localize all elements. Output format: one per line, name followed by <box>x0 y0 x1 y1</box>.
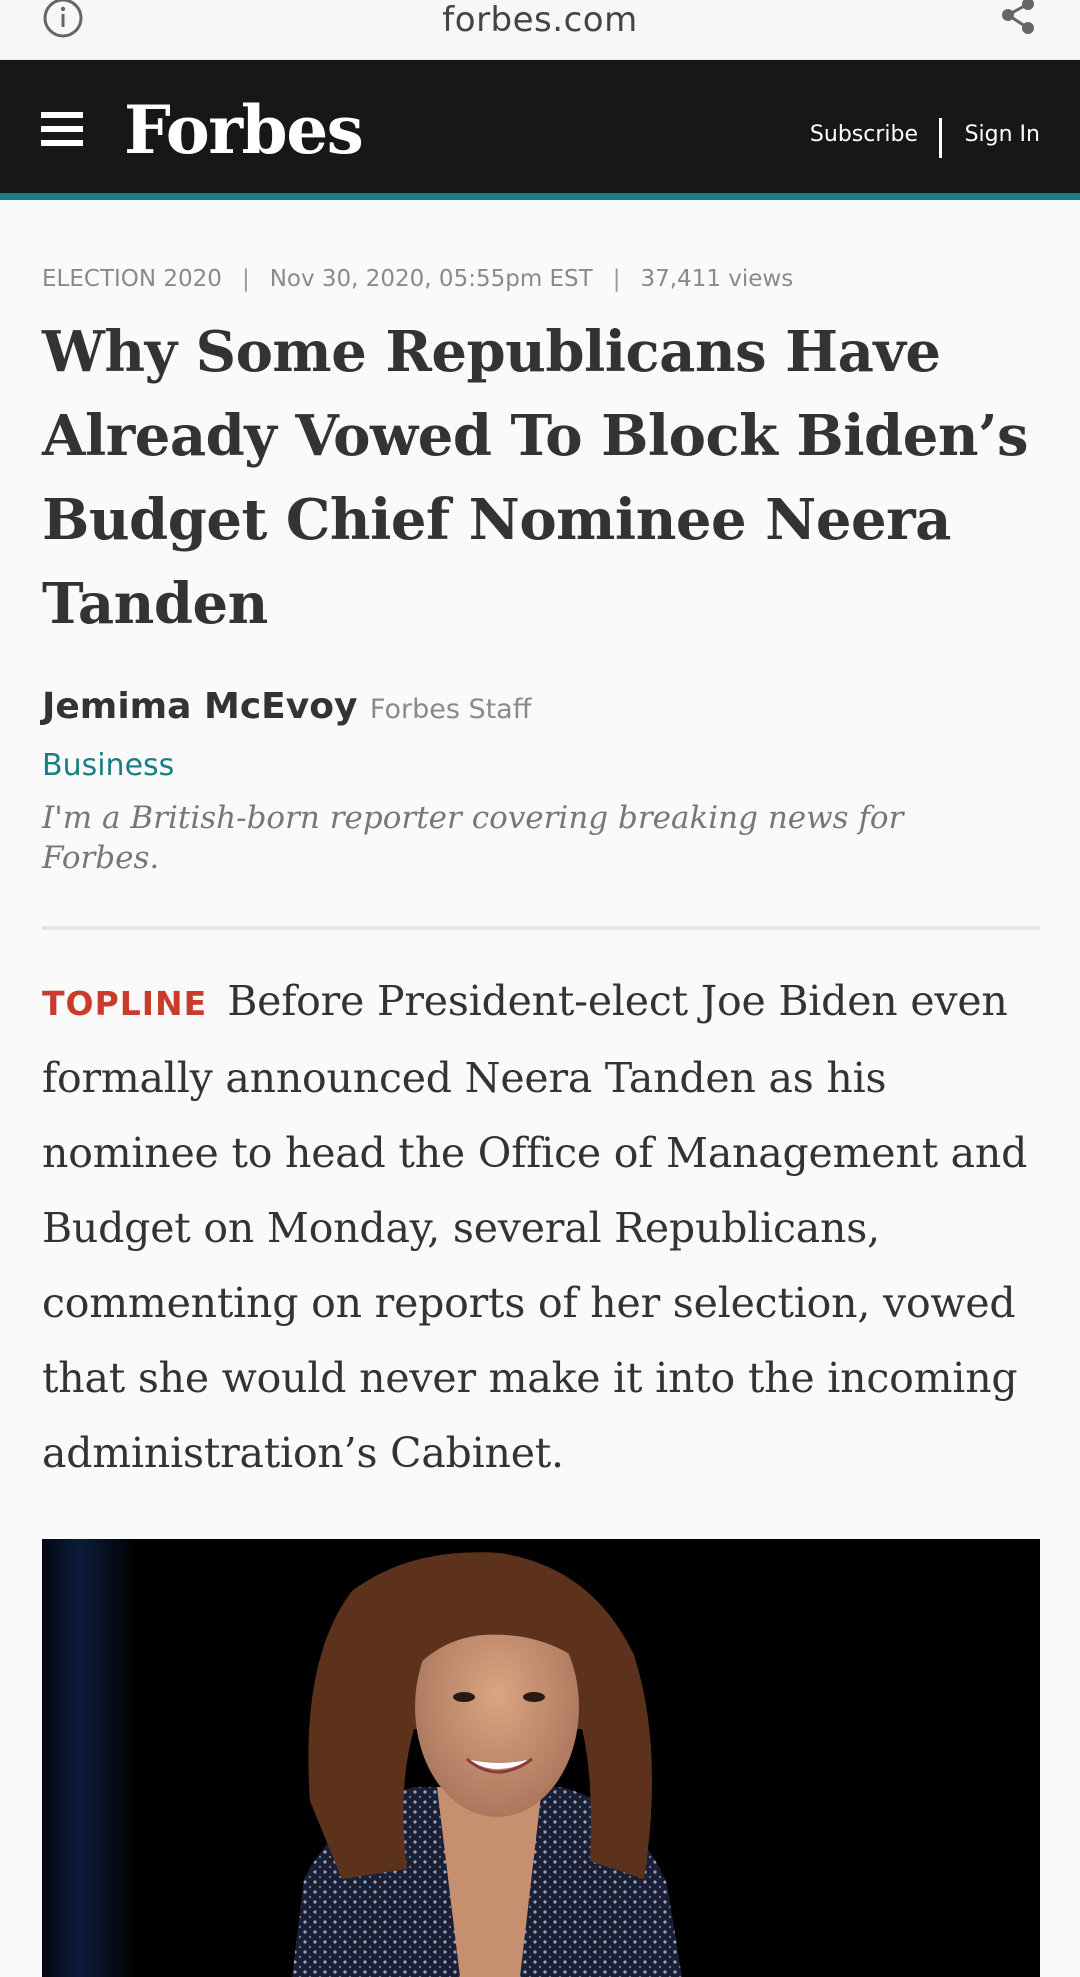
hero-photo[interactable] <box>42 1539 1040 1977</box>
article-meta: ELECTION 2020 | Nov 30, 2020, 05:55pm EST |… <box>42 262 793 296</box>
sign-in-link[interactable]: Sign In <box>965 120 1040 150</box>
topline-text: Before President-elect Joe Biden even fo… <box>42 977 1028 1477</box>
header-divider <box>939 118 942 158</box>
author-role: Forbes Staff <box>369 694 532 725</box>
author-section-link[interactable]: Business <box>42 746 174 786</box>
author-name[interactable]: Jemima McEvoy <box>42 686 357 727</box>
share-icon[interactable] <box>998 0 1040 40</box>
article-headline: Why Some Republicans Have Already Vowed … <box>42 319 1029 637</box>
site-header: Forbes Subscribe Sign In <box>0 60 1080 200</box>
topline-paragraph: TOPLINE Before President-elect Joe Biden … <box>42 964 1042 1491</box>
author-bio: I'm a British-born reporter covering bre… <box>42 800 904 876</box>
article-date: Nov 30, 2020, 05:55pm EST <box>269 266 593 292</box>
divider <box>42 926 1040 930</box>
author-row: Jemima McEvoy Forbes Staff <box>42 686 531 736</box>
meta-separator: | <box>612 266 621 292</box>
url-text[interactable]: forbes.com <box>0 0 1080 40</box>
forbes-logo[interactable]: Forbes <box>124 90 364 170</box>
meta-separator: | <box>241 266 250 292</box>
portrait-image <box>42 1539 682 1977</box>
subscribe-link[interactable]: Subscribe <box>810 120 918 150</box>
browser-address-bar: forbes.com <box>0 0 1080 60</box>
article-views: 37,411 views <box>640 266 794 292</box>
article-kicker[interactable]: ELECTION 2020 <box>42 266 222 292</box>
hamburger-menu-icon[interactable] <box>41 112 83 146</box>
topline-label: TOPLINE <box>42 984 208 1023</box>
